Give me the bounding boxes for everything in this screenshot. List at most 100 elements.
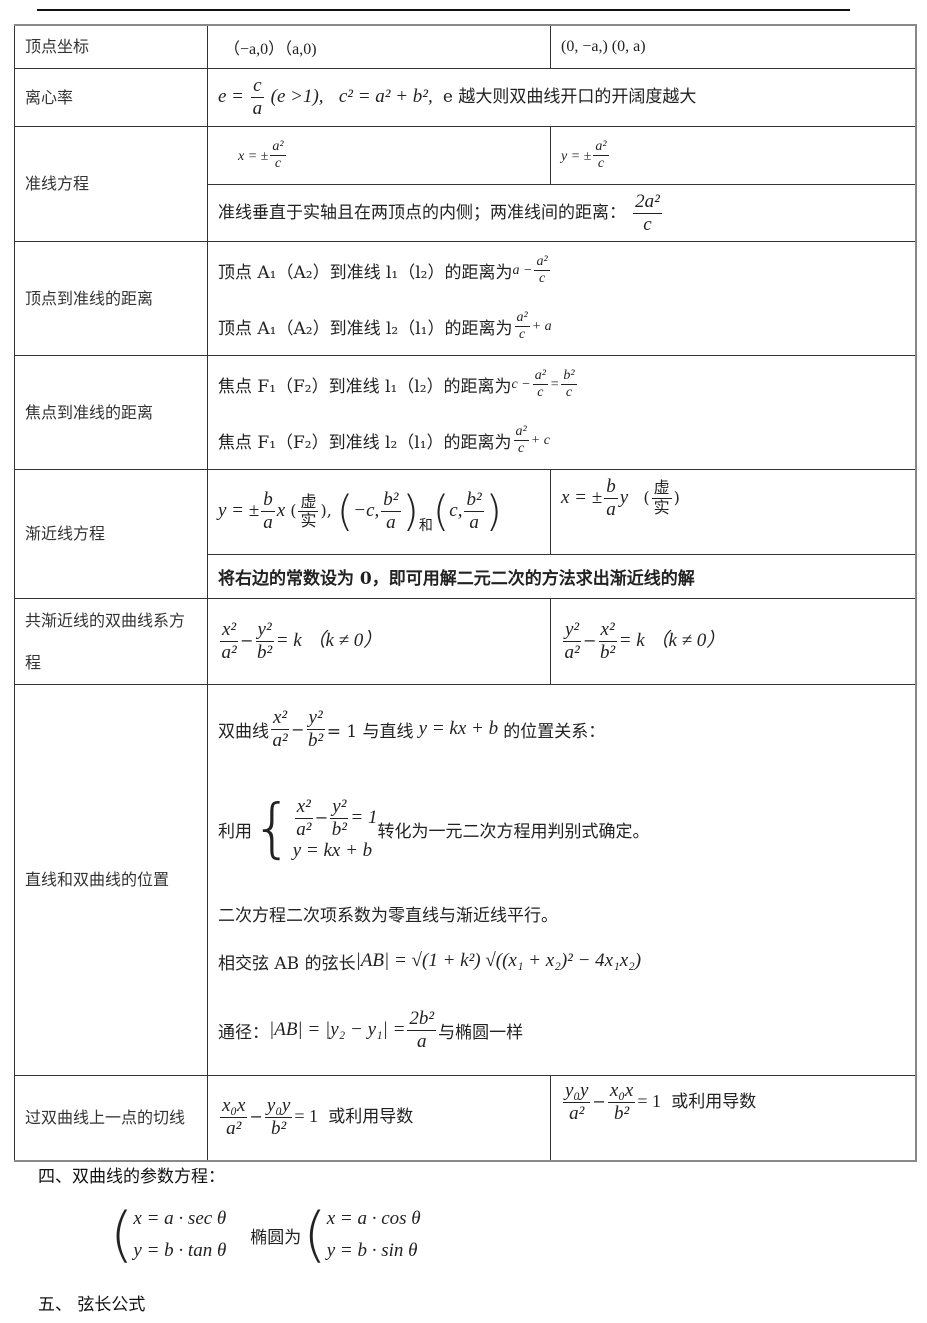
coasym-left: x² a² − y² b² = k （k ≠ 0） — [207, 598, 551, 685]
num: a² — [532, 368, 548, 385]
left-brace: { — [252, 792, 293, 866]
fraction: b² a — [381, 489, 401, 534]
left-paren: ( — [110, 1200, 134, 1270]
asym-note: 将右边的常数设为 0，即可用解二元二次的方法求出渐近线的解 — [207, 554, 917, 599]
row-label: 过双曲线上一点的切线 — [14, 1075, 208, 1161]
fraction: a² c — [593, 139, 609, 172]
directrix-right: y = ± a² c — [550, 126, 917, 185]
den: a² — [226, 1118, 242, 1140]
text: 的位置关系： — [503, 721, 606, 742]
fraction: b² c — [561, 368, 577, 401]
coasym-right: y² a² − x² b² = k （k ≠ 0） — [550, 598, 917, 685]
num: y₀y — [563, 1080, 591, 1103]
fraction: x₀x a² — [220, 1095, 248, 1140]
vertex-left: （−a,0）（a,0) — [207, 24, 551, 69]
expr: = — [549, 376, 560, 392]
fraction: x² b² — [598, 619, 617, 664]
fraction: ca — [251, 75, 264, 120]
focus-dir-cell: 焦点 F₁（F₂）到准线 l₁（l₂）的距离为 c − a² c = b² c 焦点 F₁（… — [207, 355, 917, 470]
num: a² — [513, 424, 529, 441]
table-row: 离心率 e = ca (e >1), c² = a² + b², e 越大则双曲… — [14, 68, 917, 127]
hyperbola-y: y = b · tan θ — [133, 1240, 227, 1261]
den: a² — [296, 818, 312, 840]
table-row: 顶点坐标 （−a,0）（a,0) (0, −a,) (0, a) — [14, 24, 917, 69]
den: a² — [569, 1102, 585, 1124]
text: 与椭圆一样 — [438, 1022, 524, 1043]
row-label: 焦点到准线的距离 — [14, 355, 208, 470]
section-4-title: 四、双曲线的参数方程： — [38, 1167, 225, 1187]
den: b² — [600, 642, 616, 663]
num: y₀y — [264, 1095, 293, 1119]
den: b² — [331, 818, 347, 840]
table-row: 共渐近线的双曲线系方程 x² a² − y² b² = k （k ≠ 0） y² a² − x²… — [14, 598, 917, 685]
row-label: 顶点坐标 — [14, 24, 208, 69]
num: a² — [534, 254, 550, 271]
note-text: 准线垂直于实轴且在两顶点的内侧；两准线间的距离： — [218, 202, 626, 223]
expr: c − — [511, 376, 531, 392]
ellipse-param: x = a · cos θ y = b · sin θ — [327, 1203, 421, 1267]
ellipse-label: 椭圆为 — [250, 1227, 302, 1248]
lhs: x = ± — [238, 149, 269, 164]
den: 实 — [653, 497, 670, 517]
fraction: x² a² — [220, 619, 239, 664]
num: x₀x — [220, 1095, 248, 1119]
expr: a − — [512, 262, 533, 278]
fraction: b² a — [464, 489, 484, 534]
den: a — [263, 511, 273, 533]
fraction: x² a² — [294, 795, 313, 841]
text-line: 相交弦 AB 的弦长 |AB| = √(1 + k²) √((x₁ + x₂)² … — [218, 937, 905, 985]
lhs: x = ± — [561, 486, 603, 508]
fraction: x₀x b² — [607, 1080, 636, 1125]
text: 通径： — [218, 1022, 269, 1043]
text-line: 二次方程二次项系数为零直线与渐近线平行。 — [218, 889, 905, 937]
table-row: 焦点到准线的距离 焦点 F₁（F₂）到准线 l₁（l₂）的距离为 c − a² c = b… — [14, 355, 917, 470]
text: 焦点 F₁（F₂）到准线 l₂（l₁）的距离为 — [218, 433, 512, 453]
parametric-equations: ( x = a · sec θ y = b · tan θ 椭圆为 ( x = … — [110, 1203, 421, 1267]
fraction: y² a² — [563, 619, 582, 664]
num: b² — [464, 489, 484, 512]
den: b² — [308, 729, 324, 751]
expr: + c — [530, 432, 550, 448]
num: b — [604, 476, 618, 499]
ecc-cell: e = ca (e >1), c² = a² + b², e 越大则双曲线开口的… — [207, 68, 917, 127]
num: 虚 — [298, 491, 319, 512]
text: 利用 — [218, 821, 252, 842]
text: = 1 与直线 — [326, 721, 414, 742]
num: 2b² — [407, 1007, 437, 1031]
den: b² — [271, 1118, 287, 1140]
fraction: y² b² — [306, 707, 325, 752]
text-line: 通径： |AB| = |y₂ − y₁| = 2b² a 与椭圆一样 — [218, 985, 905, 1075]
num: a² — [270, 139, 286, 156]
fraction: y² b² — [255, 619, 274, 664]
den: a — [606, 498, 616, 520]
den: a² — [272, 729, 288, 751]
den: a — [386, 511, 396, 533]
fraction: a² c — [513, 424, 529, 457]
den: a — [417, 1030, 427, 1052]
fraction: a² c — [514, 310, 530, 343]
point-x: c, — [449, 499, 463, 521]
row-label: 顶点到准线的距离 — [14, 241, 208, 356]
fraction: y₀y a² — [563, 1080, 591, 1125]
den: b² — [257, 642, 273, 663]
left-paren: ( — [303, 1200, 327, 1270]
den: c — [565, 385, 573, 400]
table-row: 直线和双曲线的位置 双曲线 x² a² − y² b² = 1 与直线 y = kx +… — [14, 684, 917, 1076]
text-line: 利用 { x² a² − y² b² = 1 y = kx + b 转化为一元二次方程用判… — [218, 769, 905, 889]
text: 二次方程二次项系数为零直线与渐近线平行。 — [218, 905, 558, 926]
header-rule — [37, 9, 850, 11]
num: x² — [294, 795, 313, 819]
left-paren: ( — [432, 486, 450, 536]
note: 或利用导数 — [671, 1091, 757, 1112]
den: c — [537, 385, 544, 400]
asym-left: y = ± b a x (虚实), (−c, b² a)和(c, b² a) — [207, 469, 551, 555]
fraction: ba — [604, 476, 618, 521]
num: y² — [563, 619, 582, 642]
fraction: x² a² — [271, 707, 290, 752]
num: x₀x — [607, 1080, 636, 1103]
hyperbola-param: x = a · sec θ y = b · tan θ — [133, 1203, 226, 1267]
row-label: 渐近线方程 — [14, 469, 208, 599]
num: x² — [598, 619, 617, 642]
row-label: 准线方程 — [14, 126, 208, 242]
num: x² — [220, 619, 239, 642]
